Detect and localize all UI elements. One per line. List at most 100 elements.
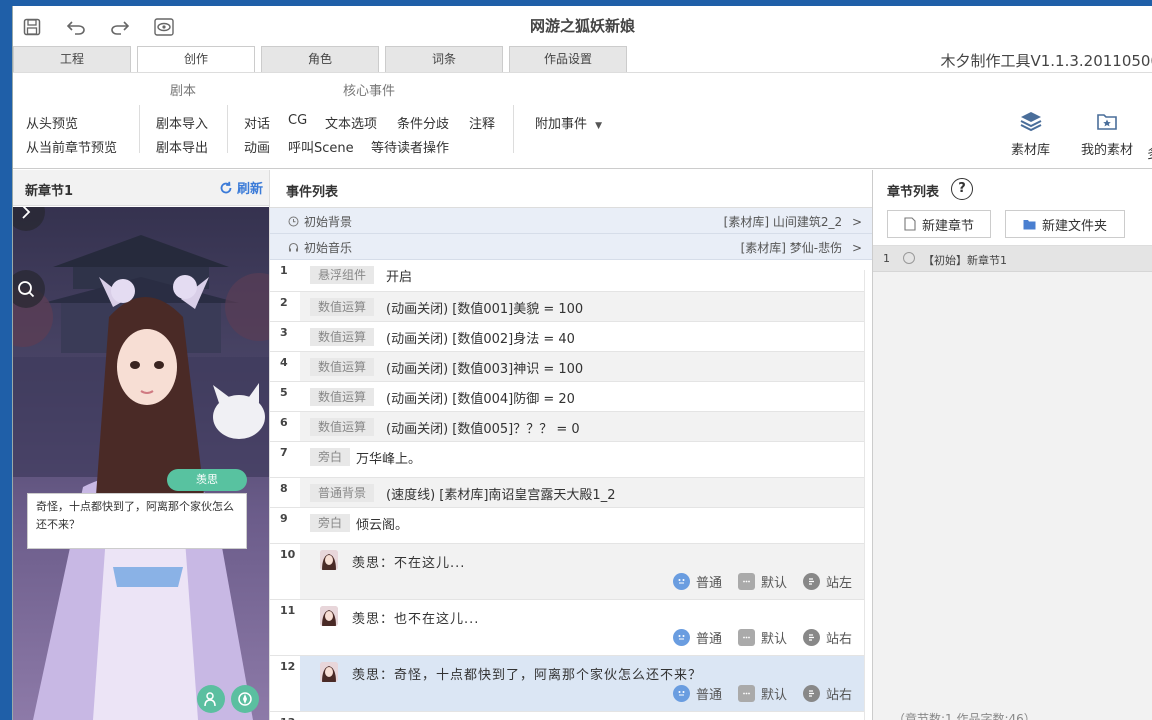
preview-scene-illustration — [13, 235, 269, 720]
app-title: 网游之狐妖新娘 — [529, 17, 635, 35]
tab-characters[interactable]: 角色 — [261, 46, 379, 72]
script-import-button[interactable]: 剧本导入 — [156, 113, 208, 132]
style-option[interactable]: 默认 — [737, 572, 787, 591]
event-list-scrollbar[interactable] — [864, 270, 872, 720]
preview-panel: 新章节1 刷新 羡思 奇怪，十点都快到了，阿离那个家伙怎么还不来？ — [13, 170, 269, 720]
dialog-button[interactable]: 对话 — [244, 113, 270, 132]
new-folder-button[interactable]: 新建文件夹 — [1005, 210, 1125, 238]
initial-background-row[interactable]: 初始背景 [素材库] 山间建筑2_2 > — [270, 208, 872, 234]
refresh-icon — [220, 181, 232, 193]
event-text: (动画关闭) [数值004]防御 = 20 — [386, 392, 575, 407]
ribbon-divider — [513, 105, 514, 153]
dialog-event-row[interactable]: 10 羡思：不在这儿... 普通 默认 站左 — [270, 544, 872, 600]
tab-create[interactable]: 创作 — [137, 46, 255, 72]
help-icon[interactable]: ? — [951, 178, 973, 200]
event-text: (动画关闭) [数值001]美貌 = 100 — [386, 302, 584, 317]
character-button[interactable] — [197, 685, 225, 713]
dialog-event-row-selected[interactable]: 12 羡思：奇怪，十点都快到了，阿离那个家伙怎么还不来？ 普通 默认 站右 — [270, 656, 872, 712]
event-type-tag: 数值运算 — [310, 418, 375, 436]
animation-button[interactable]: 动画 — [244, 137, 270, 156]
extra-event-dropdown[interactable]: 附加事件 ▼ — [535, 113, 602, 132]
chapter-item[interactable]: 1 【初始】新章节1 — [873, 246, 1152, 272]
event-list-panel: 事件列表 初始背景 [素材库] 山间建筑2_2 > 初始音乐 [素材库] 梦仙-… — [269, 170, 873, 720]
layers-icon — [1020, 112, 1041, 132]
cg-button[interactable]: CG — [288, 113, 307, 128]
star-folder-icon — [1097, 114, 1117, 130]
mood-option[interactable]: 普通 — [672, 572, 722, 591]
tab-terms[interactable]: 词条 — [385, 46, 503, 72]
preview-header: 新章节1 刷新 — [13, 170, 269, 206]
text-option-button[interactable]: 文本选项 — [325, 113, 377, 132]
search-icon — [18, 281, 35, 298]
dialog-text: 羡思：也不在这儿... — [352, 612, 480, 627]
ribbon-divider — [227, 105, 228, 153]
event-row[interactable]: 1 悬浮组件 开启 — [270, 260, 872, 292]
branch-button[interactable]: 条件分歧 — [397, 113, 449, 132]
caret-down-icon: ▼ — [595, 121, 603, 131]
dialog-text: 羡思：奇怪，十点都快到了，阿离那个家伙怎么还不来？ — [352, 668, 703, 683]
event-text: (动画关闭) [数值003]神识 = 100 — [386, 362, 584, 377]
event-text: 开启 — [386, 270, 413, 285]
initial-background-value: [素材库] 山间建筑2_2 — [723, 215, 843, 229]
position-icon — [802, 685, 820, 702]
event-row[interactable]: 6 数值运算 (动画关闭) [数值005]？？？ = 0 — [270, 412, 872, 442]
mood-option[interactable]: 普通 — [672, 684, 722, 703]
tab-project[interactable]: 工程 — [13, 46, 131, 72]
ribbon-divider — [139, 105, 140, 153]
smiley-icon — [672, 573, 690, 590]
chapter-title: 新章节1 — [25, 184, 74, 199]
note-button[interactable]: 注释 — [469, 113, 495, 132]
material-lib-button[interactable]: 素材库 — [1011, 109, 1050, 158]
event-list-title: 事件列表 — [286, 185, 339, 200]
speech-bubble-icon — [737, 629, 755, 646]
event-row[interactable]: 9 旁白 倾云阁。 — [270, 508, 872, 544]
event-text: 倾云阁。 — [356, 518, 409, 533]
chevron-right-icon — [22, 207, 31, 219]
tab-work-settings[interactable]: 作品设置 — [509, 46, 627, 72]
person-icon — [204, 692, 216, 707]
character-avatar — [320, 662, 338, 682]
position-option[interactable]: 站左 — [802, 572, 852, 591]
character-avatar — [320, 550, 338, 570]
new-chapter-button[interactable]: 新建章节 — [887, 210, 991, 238]
refresh-button[interactable]: 刷新 — [219, 178, 263, 197]
position-option[interactable]: 站右 — [802, 684, 852, 703]
script-export-button[interactable]: 剧本导出 — [156, 137, 208, 156]
event-type-tag: 旁白 — [310, 448, 351, 466]
dialog-event-row[interactable]: 11 羡思：也不在这儿... 普通 默认 站右 — [270, 600, 872, 656]
preview-dialog-box: 奇怪，十点都快到了，阿离那个家伙怎么还不来？ — [27, 493, 247, 549]
event-row[interactable]: 13 — [270, 712, 872, 720]
initial-music-value: [素材库] 梦仙-悲伤 — [740, 241, 843, 255]
event-row[interactable]: 3 数值运算 (动画关闭) [数值002]身法 = 40 — [270, 322, 872, 352]
preview-from-chapter-button[interactable]: 从当前章节预览 — [26, 137, 117, 156]
chapter-stats: （章节数:1 作品字数:46） — [893, 712, 1036, 720]
preview-from-start-button[interactable]: 从头预览 — [26, 113, 78, 132]
my-material-label: 我的素材 — [1081, 143, 1134, 158]
event-row[interactable]: 4 数值运算 (动画关闭) [数值003]神识 = 100 — [270, 352, 872, 382]
group-script-label: 剧本 — [170, 84, 197, 99]
game-preview: 羡思 奇怪，十点都快到了，阿离那个家伙怎么还不来？ — [13, 207, 269, 720]
more-button-cut[interactable]: 多 — [1147, 143, 1152, 162]
smiley-icon — [672, 629, 690, 646]
event-type-tag: 数值运算 — [310, 328, 375, 346]
chapter-actions: 新建章节 新建文件夹 — [873, 208, 1152, 246]
event-text: (动画关闭) [数值002]身法 = 40 — [386, 332, 575, 347]
wait-reader-button[interactable]: 等待读者操作 — [371, 137, 449, 156]
event-row[interactable]: 5 数值运算 (动画关闭) [数值004]防御 = 20 — [270, 382, 872, 412]
initial-music-row[interactable]: 初始音乐 [素材库] 梦仙-悲伤 > — [270, 234, 872, 260]
call-scene-button[interactable]: 呼叫Scene — [288, 137, 354, 156]
style-option[interactable]: 默认 — [737, 628, 787, 647]
event-rows: 1 悬浮组件 开启 2 数值运算 (动画关闭) [数值001]美貌 = 100 3 … — [270, 260, 872, 720]
map-button[interactable] — [231, 685, 259, 713]
position-option[interactable]: 站右 — [802, 628, 852, 647]
event-row[interactable]: 8 普通背景 (速度线) [素材库]南诏皇宫露天大殿1_2 — [270, 478, 872, 508]
my-material-button[interactable]: 我的素材 — [1081, 109, 1133, 158]
event-type-tag: 数值运算 — [310, 358, 375, 376]
style-option[interactable]: 默认 — [737, 684, 787, 703]
mood-option[interactable]: 普通 — [672, 628, 722, 647]
event-row[interactable]: 7 旁白 万华峰上。 — [270, 442, 872, 478]
speech-bubble-icon — [737, 685, 755, 702]
chevron-right-icon: > — [851, 241, 862, 255]
chapter-list-header: 章节列表 ? — [873, 170, 1152, 208]
event-row[interactable]: 2 数值运算 (动画关闭) [数值001]美貌 = 100 — [270, 292, 872, 322]
